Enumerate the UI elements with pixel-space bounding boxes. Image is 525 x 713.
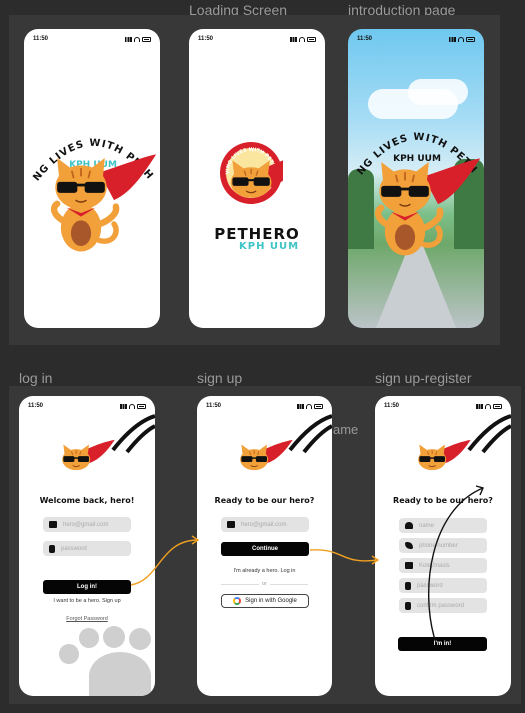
frame-name-fragment: ame: [333, 422, 359, 437]
prototype-flow-overlay: [130, 485, 484, 641]
